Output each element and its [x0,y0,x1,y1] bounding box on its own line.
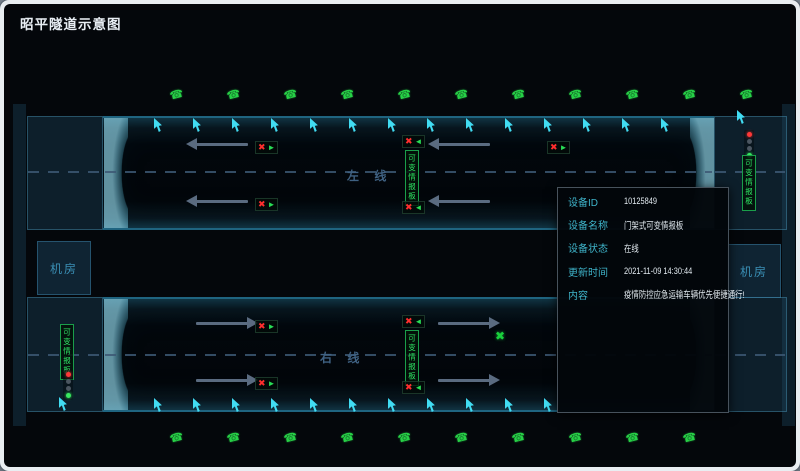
emergency-phone-icon[interactable]: ☎ [454,432,470,446]
emergency-phone-icon[interactable]: ☎ [169,89,185,103]
emergency-phone-icon[interactable]: ☎ [340,89,356,103]
emergency-phone-icon[interactable]: ☎ [169,432,185,446]
lane-signal[interactable]: ✖◄ [402,315,425,328]
off-light-icon [747,146,752,151]
lane-divider [28,171,102,173]
emergency-phone-icon[interactable]: ☎ [397,432,413,446]
red-x-icon: ✖ [550,143,558,152]
emergency-phone-icon[interactable]: ☎ [568,432,584,446]
lane-signal[interactable]: ✖◄ [402,135,425,148]
tunnel-diagram-canvas: 昭平隧道示意图 ☎ ☎ ☎ ☎ ☎ ☎ ☎ ☎ ☎ ☎ ☎ 左 线 ✖► ✖► … [4,4,796,467]
green-arrow-icon: ► [268,323,276,331]
popup-row: 设备名称 门架式可变情报板 [558,213,728,236]
left-edge-road-strip [13,104,26,426]
green-arrow-icon: ► [268,201,276,209]
emergency-phone-icon[interactable]: ☎ [226,432,242,446]
popup-field-label: 内容 [568,287,614,302]
emergency-phone-icon[interactable]: ☎ [397,89,413,103]
right-line-label: 右 线 [320,349,365,366]
red-x-icon: ✖ [258,143,266,152]
green-light-icon [66,393,71,398]
emergency-phone-icon[interactable]: ☎ [511,432,527,446]
left-line-label: 左 线 [347,167,392,184]
emergency-phone-icon[interactable]: ☎ [454,89,470,103]
emergency-phone-icon[interactable]: ☎ [226,89,242,103]
popup-field-value: 门架式可变情报板 [624,218,699,232]
emergency-phone-icon[interactable]: ☎ [283,89,299,103]
emergency-phone-icon[interactable]: ☎ [625,89,641,103]
traffic-light[interactable] [63,370,73,400]
red-x-icon: ✖ [258,379,266,388]
red-light-icon [747,132,752,137]
red-x-icon: ✖ [405,203,413,212]
red-x-icon: ✖ [258,200,266,209]
popup-field-label: 设备ID [568,194,614,209]
vms-sign[interactable]: 可变情报板 [405,150,419,206]
green-arrow-icon: ◄ [415,318,423,326]
red-x-icon: ✖ [405,317,413,326]
red-light-icon [66,372,71,377]
red-x-icon: ✖ [405,137,413,146]
traffic-direction-arrow [196,322,248,325]
traffic-direction-arrow [438,322,490,325]
green-arrow-icon: ◄ [415,138,423,146]
popup-field-value: 2021-11-09 14:30:44 [624,266,699,277]
traffic-direction-arrow [438,379,490,382]
traffic-direction-arrow [438,143,490,146]
popup-field-label: 更新时间 [568,264,614,279]
off-light-icon [66,386,71,391]
popup-field-value: 10125849 [624,196,699,207]
popup-field-value: 疫情防控应急运输车辆优先便捷通行! [624,287,745,301]
jet-fan-icon[interactable]: ✖ [495,330,505,342]
popup-row: 内容 疫情防控应急运输车辆优先便捷通行! [558,283,728,306]
emergency-phone-icon[interactable]: ☎ [625,432,641,446]
lane-signal[interactable]: ✖◄ [402,381,425,394]
lane-signal[interactable]: ✖► [255,141,278,154]
road-section-top-left [27,116,103,230]
red-x-icon: ✖ [258,322,266,331]
page-title: 昭平隧道示意图 [20,13,122,33]
popup-row: 设备状态 在线 [558,236,728,259]
traffic-direction-arrow [196,379,248,382]
machine-room-left[interactable]: 机房 [37,241,91,295]
emergency-phone-icon[interactable]: ☎ [739,89,755,103]
emergency-phone-icon[interactable]: ☎ [511,89,527,103]
traffic-direction-arrow [196,200,248,203]
off-light-icon [66,379,71,384]
lane-signal[interactable]: ✖► [547,141,570,154]
green-arrow-icon: ◄ [415,204,423,212]
device-info-popup: 设备ID 10125849 设备名称 门架式可变情报板 设备状态 在线 更新时间… [557,187,729,413]
lane-signal[interactable]: ✖► [255,198,278,211]
green-arrow-icon: ► [560,144,568,152]
traffic-direction-arrow [196,143,248,146]
popup-field-value: 在线 [624,241,699,255]
red-x-icon: ✖ [405,383,413,392]
off-light-icon [747,139,752,144]
green-arrow-icon: ► [268,144,276,152]
emergency-phone-icon[interactable]: ☎ [682,89,698,103]
green-arrow-icon: ► [268,380,276,388]
popup-field-label: 设备名称 [568,217,614,232]
emergency-phone-icon[interactable]: ☎ [283,432,299,446]
lane-signal[interactable]: ✖► [255,377,278,390]
popup-row: 更新时间 2021-11-09 14:30:44 [558,260,728,283]
lane-signal[interactable]: ✖◄ [402,201,425,214]
vms-sign[interactable]: 可变情报板 [405,330,419,386]
emergency-phone-icon[interactable]: ☎ [568,89,584,103]
green-arrow-icon: ◄ [415,384,423,392]
popup-row: 设备ID 10125849 [558,190,728,213]
traffic-direction-arrow [438,200,490,203]
app-window: 昭平隧道示意图 ☎ ☎ ☎ ☎ ☎ ☎ ☎ ☎ ☎ ☎ ☎ 左 线 ✖► ✖► … [0,0,800,471]
popup-field-label: 设备状态 [568,240,614,255]
lane-signal[interactable]: ✖► [255,320,278,333]
emergency-phone-icon[interactable]: ☎ [682,432,698,446]
emergency-phone-icon[interactable]: ☎ [340,432,356,446]
vms-sign[interactable]: 可变情报板 [742,155,756,211]
